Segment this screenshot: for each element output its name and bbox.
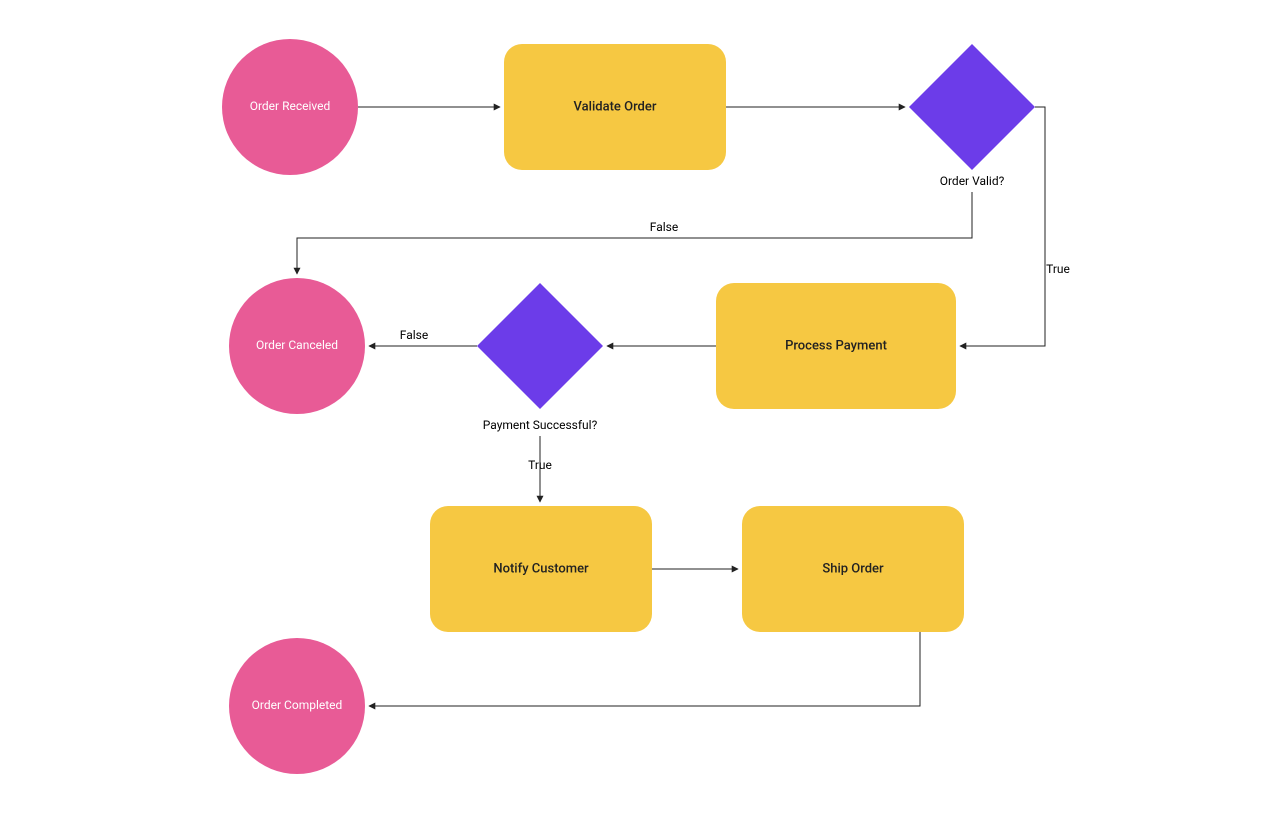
node-order-received[interactable]: Order Received <box>222 39 358 175</box>
edge-valid-true-label: True <box>1046 262 1070 276</box>
node-process-payment[interactable]: Process Payment <box>716 283 956 409</box>
node-ship-order-label: Ship Order <box>822 561 884 576</box>
node-order-completed[interactable]: Order Completed <box>229 638 365 774</box>
edge-ship-to-completed <box>369 632 920 706</box>
node-order-canceled[interactable]: Order Canceled <box>229 278 365 414</box>
edge-valid-false-label: False <box>650 220 678 234</box>
node-payment-successful-caption: Payment Successful? <box>483 418 598 432</box>
node-payment-successful[interactable]: Payment Successful? <box>477 283 603 432</box>
node-ship-order[interactable]: Ship Order <box>742 506 964 632</box>
node-order-completed-label: Order Completed <box>252 698 343 712</box>
node-process-payment-label: Process Payment <box>785 338 887 353</box>
node-order-received-label: Order Received <box>250 99 331 113</box>
node-notify-customer[interactable]: Notify Customer <box>430 506 652 632</box>
edge-pay-false-label: False <box>400 328 428 342</box>
node-validate-order-label: Validate Order <box>574 99 657 114</box>
edge-valid-false <box>297 192 972 274</box>
node-validate-order[interactable]: Validate Order <box>504 44 726 170</box>
node-order-valid[interactable]: Order Valid? <box>909 44 1035 188</box>
node-notify-customer-label: Notify Customer <box>493 561 589 576</box>
node-order-canceled-label: Order Canceled <box>256 338 338 352</box>
flowchart-canvas: Order Received Validate Order Order Vali… <box>0 0 1280 816</box>
node-order-valid-caption: Order Valid? <box>940 174 1005 188</box>
edge-pay-true-label: True <box>528 458 552 472</box>
